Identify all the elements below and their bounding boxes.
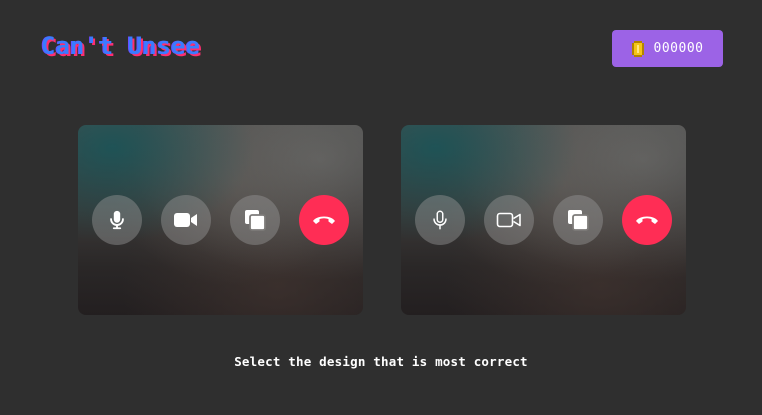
instruction-text: Select the design that is most correct xyxy=(234,354,528,369)
video-camera-icon xyxy=(496,209,522,231)
screen-share-icon xyxy=(566,208,590,232)
camera-button xyxy=(161,195,211,245)
screen-share-icon xyxy=(243,208,267,232)
video-camera-icon xyxy=(173,209,199,231)
call-controls xyxy=(401,195,686,245)
screen-share-button xyxy=(230,195,280,245)
end-call-icon xyxy=(634,213,660,227)
design-option-a[interactable] xyxy=(78,125,363,315)
call-controls xyxy=(78,195,363,245)
end-call-button xyxy=(299,195,349,245)
coin-icon xyxy=(631,40,644,57)
camera-button xyxy=(484,195,534,245)
microphone-button xyxy=(415,195,465,245)
coin-counter: 000000 xyxy=(612,30,723,67)
microphone-button xyxy=(92,195,142,245)
end-call-icon xyxy=(311,213,337,227)
design-option-b[interactable] xyxy=(401,125,686,315)
screen-share-button xyxy=(553,195,603,245)
coin-count: 000000 xyxy=(653,41,704,56)
game-logo: Can't Unsee xyxy=(41,32,200,60)
end-call-button xyxy=(622,195,672,245)
microphone-icon xyxy=(106,209,128,231)
microphone-icon xyxy=(429,209,451,231)
